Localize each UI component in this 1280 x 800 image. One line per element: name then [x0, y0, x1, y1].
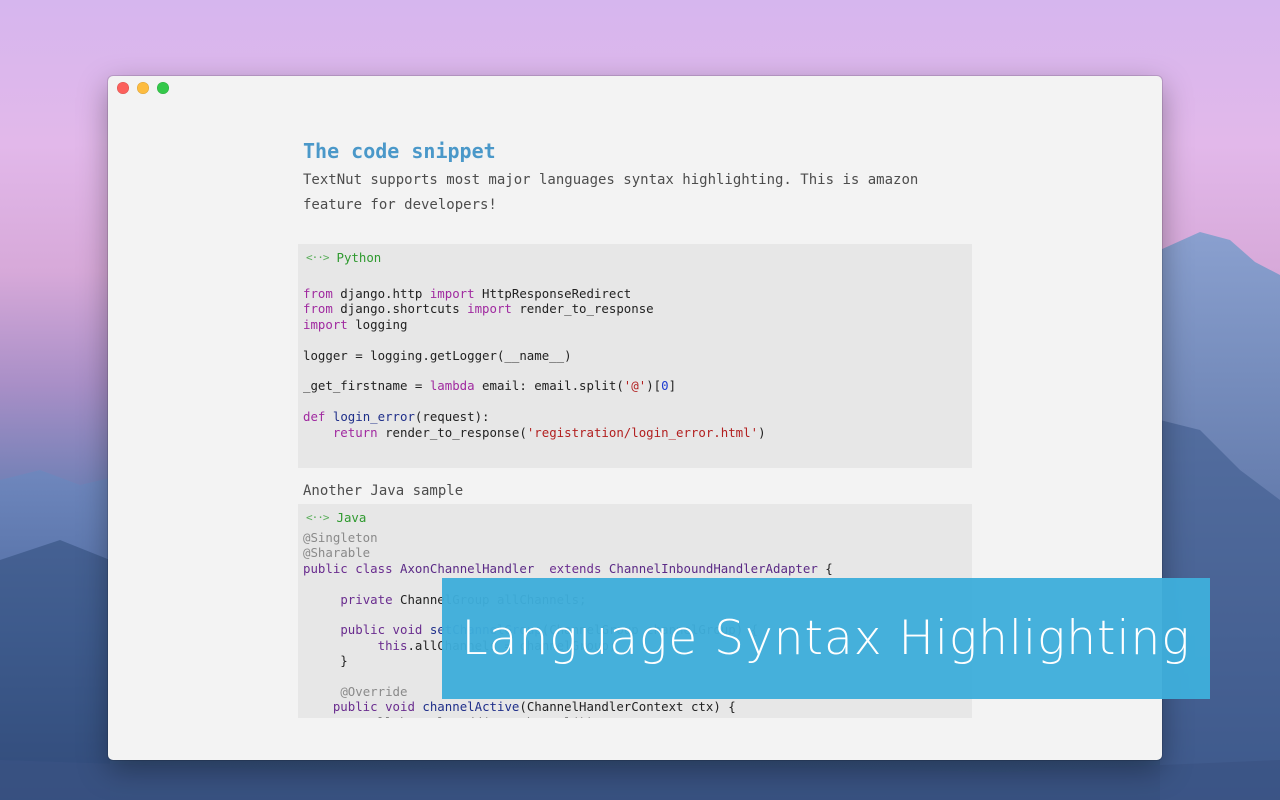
close-window-button[interactable] — [117, 82, 129, 94]
minimize-window-button[interactable] — [137, 82, 149, 94]
code-language-label[interactable]: <··> Python — [306, 250, 381, 266]
feature-banner: Language Syntax Highlighting — [442, 578, 1210, 699]
document-body[interactable]: The code snippet TextNut supports most m… — [303, 136, 973, 218]
code-brackets-icon: <··> — [306, 251, 329, 264]
code-line: from django.shortcuts import render_to_r… — [303, 301, 654, 317]
code-language-label[interactable]: <··> Java — [306, 510, 366, 526]
code-brackets-icon: <··> — [306, 511, 329, 524]
code-line: public void channelActive(ChannelHandler… — [332, 699, 736, 715]
intro-paragraph: TextNut supports most major languages sy… — [303, 172, 919, 213]
code-line: _get_firstname = lambda email: email.spl… — [303, 378, 677, 394]
code-line: @Sharable — [303, 545, 371, 561]
python-code-block[interactable]: <··> Python from django.http import Http… — [298, 244, 972, 468]
document-heading: The code snippet — [303, 139, 496, 163]
maximize-window-button[interactable] — [157, 82, 169, 94]
code-line: return render_to_response('registration/… — [332, 424, 766, 440]
code-line: } — [303, 653, 348, 669]
code-line: import logging — [303, 316, 408, 332]
python-code[interactable]: from django.http import HttpResponseRedi… — [303, 286, 766, 440]
feature-banner-title: Language Syntax Highlighting — [461, 611, 1191, 666]
code-language-name: Java — [336, 510, 367, 525]
code-language-name: Python — [336, 250, 382, 265]
window-controls — [117, 82, 169, 94]
code-line: public class AxonChannelHandler extends … — [303, 560, 833, 576]
java-section-heading: Another Java sample — [303, 483, 464, 499]
code-line: def login_error(request): — [303, 409, 490, 425]
code-line: from django.http import HttpResponseRedi… — [303, 286, 632, 301]
code-line: @Singleton — [303, 530, 378, 545]
code-line: @Override — [340, 684, 408, 700]
code-line: allChannels.add(ctx.channel()); — [303, 715, 601, 718]
code-line: logger = logging.getLogger(__name__) — [303, 347, 572, 363]
